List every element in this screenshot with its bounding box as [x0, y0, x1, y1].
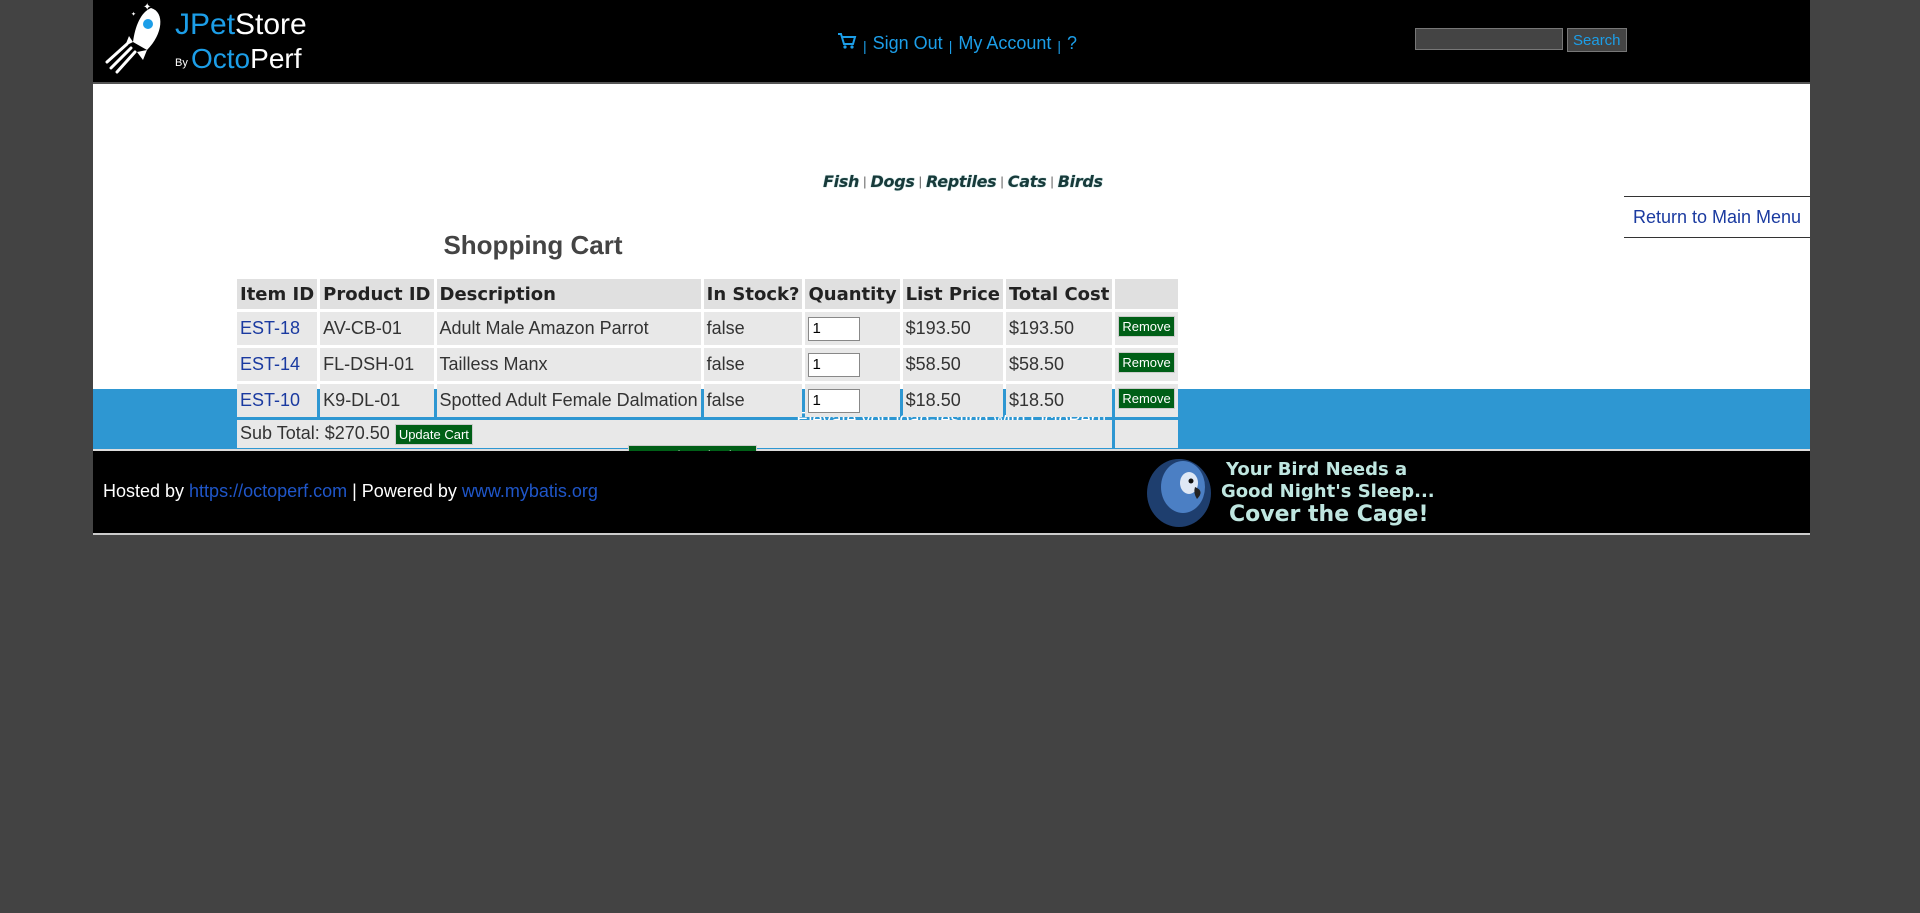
- cell-in-stock: false: [703, 384, 803, 417]
- header: ✦ ✦ JPetStore By OctoPerf | Sign Out | M…: [93, 0, 1810, 84]
- search-button[interactable]: Search: [1567, 28, 1627, 52]
- svg-text:✦: ✦: [143, 2, 151, 13]
- item-id-link[interactable]: EST-18: [240, 318, 300, 338]
- cell-remove: Remove: [1115, 348, 1178, 381]
- remove-button[interactable]: Remove: [1118, 388, 1175, 409]
- subtotal-text: Sub Total: $270.50: [240, 423, 390, 443]
- cell-item-id: EST-10: [237, 384, 318, 417]
- quicklink-separator: |: [863, 173, 867, 189]
- cell-list-price: $18.50: [902, 384, 1003, 417]
- cell-item-id: EST-14: [237, 348, 318, 381]
- sign-out-link[interactable]: Sign Out: [873, 33, 943, 54]
- hosted-by-label: Hosted by: [103, 481, 190, 501]
- remove-button[interactable]: Remove: [1118, 352, 1175, 373]
- cell-quantity: [805, 312, 900, 345]
- cell-description: Tailless Manx: [436, 348, 701, 381]
- col-description: Description: [436, 279, 701, 309]
- quicklink-dogs[interactable]: Dogs: [871, 172, 915, 191]
- item-id-link[interactable]: EST-14: [240, 354, 300, 374]
- logo-text-jpet: JPetStore: [175, 8, 307, 41]
- cell-total-cost: $18.50: [1006, 384, 1113, 417]
- quantity-input[interactable]: [808, 316, 861, 341]
- col-list-price: List Price: [902, 279, 1003, 309]
- svg-text:Your Bird Needs a: Your Bird Needs a: [1225, 459, 1407, 480]
- menu-separator: |: [863, 38, 867, 54]
- footer: Hosted by https://octoperf.com | Powered…: [93, 451, 1810, 535]
- svg-text:OctoPerf: OctoPerf: [191, 43, 302, 74]
- cell-description: Adult Male Amazon Parrot: [436, 312, 701, 345]
- subtotal-empty-cell: [1115, 420, 1178, 448]
- svg-text:By: By: [175, 57, 188, 69]
- table-row: EST-18 AV-CB-01 Adult Male Amazon Parrot…: [237, 312, 1178, 345]
- quantity-input[interactable]: [808, 352, 861, 377]
- table-row: EST-10 K9-DL-01 Spotted Adult Female Dal…: [237, 384, 1178, 417]
- col-product-id: Product ID: [320, 279, 434, 309]
- quicklink-cats[interactable]: Cats: [1008, 172, 1047, 191]
- quicklink-separator: |: [1050, 173, 1054, 189]
- bird-ad-banner[interactable]: Your Bird Needs a Good Night's Sleep... …: [1143, 455, 1473, 529]
- header-menu: | Sign Out | My Account | ?: [837, 30, 1077, 56]
- cell-total-cost: $193.50: [1006, 312, 1113, 345]
- svg-text:Good Night's Sleep...: Good Night's Sleep...: [1221, 481, 1435, 502]
- remove-button[interactable]: Remove: [1118, 316, 1175, 337]
- cell-quantity: [805, 348, 900, 381]
- main-content: Fish | Dogs | Reptiles | Cats | Birds Re…: [93, 84, 1810, 466]
- cell-quantity: [805, 384, 900, 417]
- cell-product-id: K9-DL-01: [320, 384, 434, 417]
- quicklink-separator: |: [1000, 173, 1004, 189]
- svg-text:✦: ✦: [131, 11, 136, 18]
- update-cart-button[interactable]: Update Cart: [394, 424, 473, 445]
- col-quantity: Quantity: [805, 279, 900, 309]
- menu-separator: |: [948, 38, 953, 54]
- cart-icon: [838, 32, 857, 49]
- cell-remove: Remove: [1115, 384, 1178, 417]
- col-in-stock: In Stock?: [703, 279, 803, 309]
- cart-table: Item ID Product ID Description In Stock?…: [234, 276, 1181, 451]
- cell-item-id: EST-18: [237, 312, 318, 345]
- cell-product-id: FL-DSH-01: [320, 348, 434, 381]
- jpetstore-logo[interactable]: ✦ ✦ JPetStore By OctoPerf: [103, 2, 333, 76]
- cell-in-stock: false: [703, 348, 803, 381]
- col-total-cost: Total Cost: [1006, 279, 1113, 309]
- table-row: EST-14 FL-DSH-01 Tailless Manx false $58…: [237, 348, 1178, 381]
- svg-text:Cover the Cage!: Cover the Cage!: [1229, 502, 1428, 527]
- quicklink-fish[interactable]: Fish: [823, 172, 859, 191]
- page-title: Shopping Cart: [443, 230, 623, 260]
- menu-separator: |: [1057, 38, 1062, 54]
- page-container: ✦ ✦ JPetStore By OctoPerf | Sign Out | M…: [93, 0, 1810, 535]
- quantity-input[interactable]: [808, 388, 861, 413]
- item-id-link[interactable]: EST-10: [240, 390, 300, 410]
- cell-in-stock: false: [703, 312, 803, 345]
- return-to-main-menu-link[interactable]: Return to Main Menu: [1633, 207, 1801, 228]
- search-form: Search: [1415, 28, 1627, 52]
- powered-by-label: | Powered by: [347, 481, 462, 501]
- octoperf-url-link[interactable]: https://octoperf.com: [189, 481, 347, 501]
- help-link[interactable]: ?: [1067, 33, 1077, 54]
- parrot-ad-image: Your Bird Needs a Good Night's Sleep... …: [1147, 459, 1435, 527]
- cell-remove: Remove: [1115, 312, 1178, 345]
- cell-list-price: $58.50: [902, 348, 1003, 381]
- search-input[interactable]: [1415, 28, 1563, 50]
- cell-description: Spotted Adult Female Dalmation: [436, 384, 701, 417]
- quicklink-separator: |: [918, 173, 922, 189]
- back-link-box: Return to Main Menu: [1624, 196, 1810, 238]
- cell-total-cost: $58.50: [1006, 348, 1113, 381]
- cart-link[interactable]: [837, 32, 857, 55]
- powered-by: Hosted by https://octoperf.com | Powered…: [103, 481, 598, 502]
- cell-list-price: $193.50: [902, 312, 1003, 345]
- col-item-id: Item ID: [237, 279, 318, 309]
- quicklink-reptiles[interactable]: Reptiles: [926, 172, 997, 191]
- quicklink-birds[interactable]: Birds: [1058, 172, 1103, 191]
- mybatis-link[interactable]: www.mybatis.org: [462, 481, 598, 501]
- cell-product-id: AV-CB-01: [320, 312, 434, 345]
- table-header-row: Item ID Product ID Description In Stock?…: [237, 279, 1178, 309]
- my-account-link[interactable]: My Account: [958, 33, 1051, 54]
- col-actions: [1115, 279, 1178, 309]
- quick-links: Fish | Dogs | Reptiles | Cats | Birds: [823, 168, 1103, 194]
- rocket-logo-icon: ✦ ✦ JPetStore By OctoPerf: [105, 2, 307, 74]
